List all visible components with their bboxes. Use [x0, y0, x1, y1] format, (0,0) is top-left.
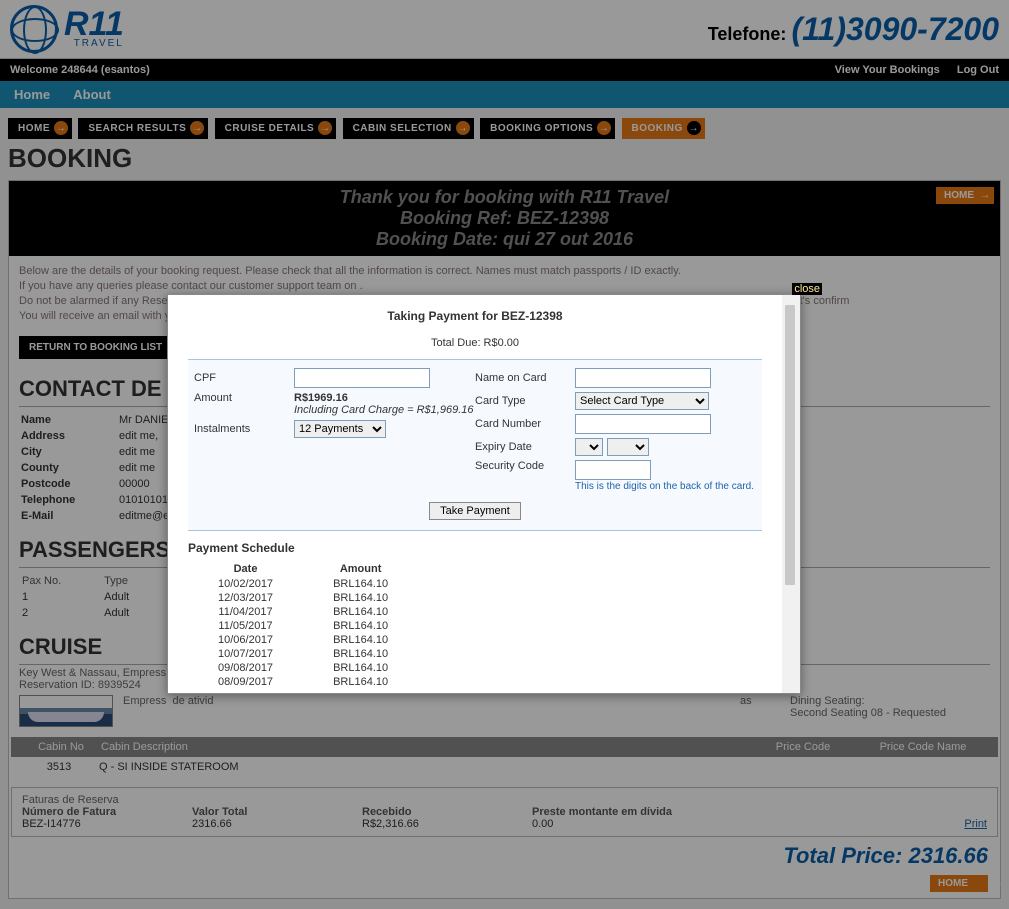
take-payment-button[interactable]: Take Payment: [429, 502, 521, 520]
schedule-row: 11/05/2017BRL164.10: [188, 619, 418, 633]
schedule-row: 09/08/2017BRL164.10: [188, 661, 418, 675]
expiry-label: Expiry Date: [475, 441, 575, 453]
schedule-row: 10/07/2017BRL164.10: [188, 647, 418, 661]
instalments-label: Instalments: [194, 423, 294, 435]
instalments-select[interactable]: 12 Payments: [294, 420, 386, 438]
schedule-row: 08/09/2017BRL164.10: [188, 675, 418, 689]
card-number-label: Card Number: [475, 418, 575, 430]
modal-close-link[interactable]: close: [792, 283, 822, 295]
modal-title: Taking Payment for BEZ-12398: [188, 309, 762, 323]
amount-note: Including Card Charge = R$1,969.16: [294, 404, 473, 416]
schedule-row: 10/02/2017BRL164.10: [188, 577, 418, 591]
cpf-input[interactable]: [294, 368, 430, 388]
security-code-input[interactable]: [575, 460, 651, 480]
card-number-input[interactable]: [575, 414, 711, 434]
expiry-month-select[interactable]: [575, 438, 603, 456]
schedule-row: 12/03/2017BRL164.10: [188, 591, 418, 605]
security-code-label: Security Code: [475, 460, 575, 472]
name-on-card-label: Name on Card: [475, 372, 575, 384]
name-on-card-input[interactable]: [575, 368, 711, 388]
card-type-select[interactable]: Select Card Type: [575, 392, 709, 410]
payment-modal: close Taking Payment for BEZ-12398 Total…: [167, 294, 801, 694]
expiry-year-select[interactable]: [607, 438, 649, 456]
modal-scrollbar[interactable]: [782, 295, 800, 693]
payment-schedule-table: Date Amount 10/02/2017BRL164.1012/03/201…: [188, 561, 418, 689]
card-type-label: Card Type: [475, 395, 575, 407]
amount-value: R$1969.16: [294, 392, 348, 404]
modal-total-due: Total Due: R$0.00: [188, 337, 762, 349]
cpf-label: CPF: [194, 372, 294, 384]
amount-label: Amount: [194, 392, 294, 404]
payment-schedule-title: Payment Schedule: [188, 541, 762, 555]
schedule-row: 11/04/2017BRL164.10: [188, 605, 418, 619]
security-code-hint: This is the digits on the back of the ca…: [575, 481, 754, 492]
schedule-row: 10/06/2017BRL164.10: [188, 633, 418, 647]
